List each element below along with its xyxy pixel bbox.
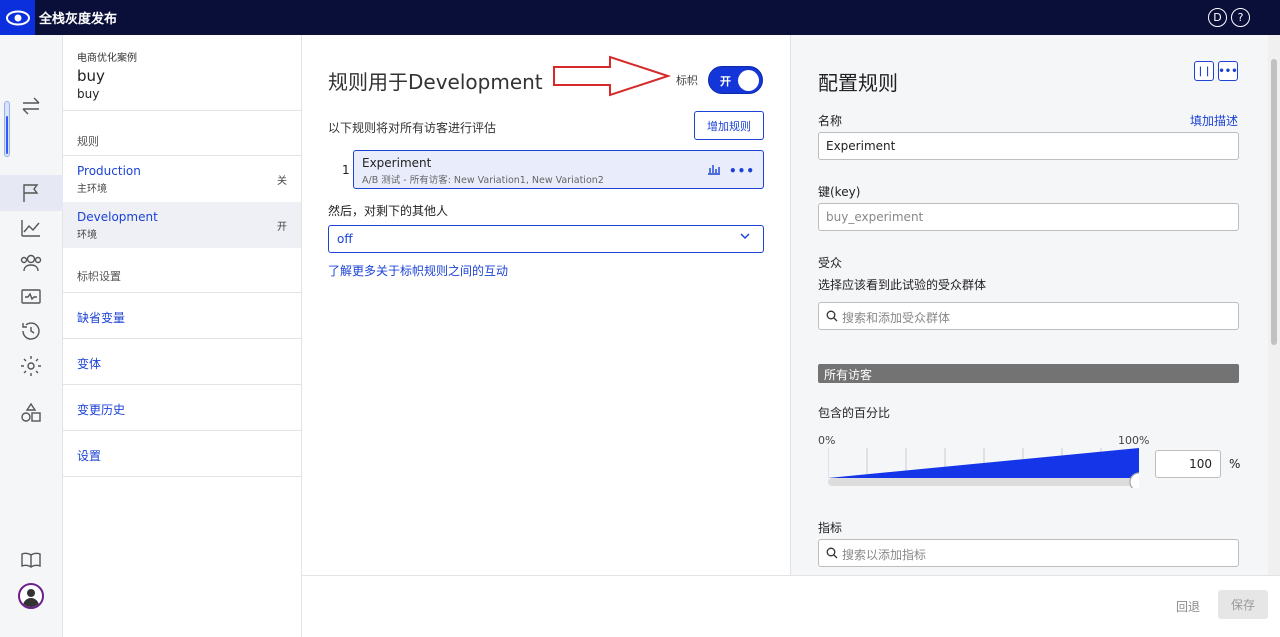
scrollbar-thumb[interactable] [1271, 59, 1277, 345]
env-development[interactable]: Development 环境 开 [63, 202, 301, 248]
panel-more-icon[interactable]: ••• [1218, 61, 1238, 81]
flag-toggle[interactable]: 开 [708, 66, 763, 94]
audience-hint: 选择应该看到此试验的受众群体 [818, 278, 987, 292]
rules-description: 以下规则将对所有访客进行评估 [328, 121, 497, 135]
learn-more-link[interactable]: 了解更多关于标帜规则之间的互动 [328, 262, 508, 279]
rule-key-input[interactable]: buy_experiment [818, 203, 1239, 231]
top-bar: 全栈灰度发布 D ? [0, 0, 1280, 35]
help-icon[interactable]: ? [1231, 8, 1250, 27]
history-icon[interactable] [16, 316, 46, 346]
revert-button[interactable]: 回退 [1176, 598, 1200, 615]
page-title: 规则用于Development [328, 70, 543, 94]
flag-icon[interactable] [16, 178, 46, 208]
env-name: Development [77, 210, 158, 224]
search-icon [826, 310, 838, 325]
audience-label: 受众 [818, 256, 843, 270]
env-name: Production [77, 164, 141, 178]
annotation-arrow-icon [553, 55, 672, 97]
project-category: 电商优化案例 [77, 53, 137, 64]
chevron-down-icon [739, 230, 751, 245]
panel-scrollbar[interactable] [1268, 35, 1280, 575]
env-desc: 环境 [77, 230, 97, 241]
project-header: 电商优化案例 buy buy [63, 35, 301, 111]
rule-name-input[interactable]: Experiment [818, 132, 1239, 160]
book-icon[interactable] [16, 545, 46, 575]
footer-bar: 回退 保存 [302, 575, 1280, 637]
doc-icon[interactable]: D [1208, 8, 1227, 27]
metrics-label: 指标 [818, 521, 843, 535]
percent-input[interactable]: 100 [1155, 450, 1221, 478]
more-options-icon[interactable]: ••• [729, 164, 755, 178]
audience-search-input[interactable]: 搜索和添加受众群体 [818, 302, 1239, 330]
nav-link-default-variables[interactable]: 缺省变量 [63, 293, 301, 339]
add-description-link[interactable]: 填加描述 [1190, 112, 1238, 129]
name-label: 名称 [818, 114, 843, 128]
percent-sign: % [1229, 457, 1241, 471]
env-production[interactable]: Production 主环境 关 [63, 156, 301, 202]
rule-index: 1 [342, 163, 350, 177]
env-state: 开 [277, 222, 287, 233]
project-key: buy [77, 87, 100, 101]
split-view-icon[interactable]: | | [1194, 61, 1214, 81]
rules-main: 规则用于Development 标帜 开 以下规则将对所有访客进行评估 增加规则… [302, 35, 790, 575]
avatar[interactable] [18, 583, 44, 609]
add-rule-button[interactable]: 增加规则 [694, 111, 764, 140]
env-state: 关 [277, 176, 287, 187]
fallback-value: off [337, 232, 353, 246]
icon-rail [0, 35, 63, 637]
env-desc: 主环境 [77, 184, 107, 195]
key-label: 键(key) [818, 185, 861, 199]
percent-label: 包含的百分比 [818, 406, 891, 420]
rule-card-experiment[interactable]: Experiment A/B 测试 - 所有访客: New Variation1… [353, 150, 764, 189]
flag-toggle-label: 标帜 [676, 74, 698, 87]
chart-line-icon[interactable] [16, 213, 46, 243]
monitor-icon[interactable] [16, 282, 46, 312]
gear-icon[interactable] [16, 351, 46, 381]
project-nav: 电商优化案例 buy buy 规则 Production 主环境 关 Devel… [63, 35, 302, 637]
metrics-search-input[interactable]: 搜索以添加指标 [818, 539, 1239, 567]
nav-link-variations[interactable]: 变体 [63, 339, 301, 385]
toggle-knob [738, 70, 759, 91]
results-chart-icon[interactable] [707, 163, 721, 178]
rail-scroll-indicator[interactable] [4, 101, 10, 157]
metrics-placeholder: 搜索以添加指标 [842, 548, 927, 562]
panel-title: 配置规则 [818, 71, 898, 95]
nav-link-settings[interactable]: 设置 [63, 431, 301, 477]
fallback-label: 然后，对剩下的其他人 [328, 204, 449, 218]
percent-min: 0% [818, 434, 836, 447]
fallback-select[interactable]: off [328, 225, 764, 253]
percent-slider[interactable] [828, 448, 1139, 488]
switch-arrows-icon[interactable] [16, 91, 46, 121]
flag-settings-heading: 标帜设置 [63, 248, 301, 293]
shapes-icon[interactable] [16, 398, 46, 428]
percent-max: 100% [1118, 434, 1150, 447]
rule-subtitle: A/B 测试 - 所有访客: New Variation1, New Varia… [362, 175, 604, 186]
save-button[interactable]: 保存 [1218, 590, 1268, 619]
users-icon[interactable] [16, 248, 46, 278]
toggle-state: 开 [720, 75, 731, 88]
search-icon [826, 547, 838, 562]
audience-placeholder: 搜索和添加受众群体 [842, 311, 951, 325]
audience-chip-all-visitors: 所有访客 [818, 364, 1239, 383]
config-rule-panel: 配置规则 | | ••• 名称 填加描述 Experiment 键(key) b… [790, 35, 1268, 575]
rules-heading: 规则 [63, 111, 301, 156]
app-title: 全栈灰度发布 [39, 12, 118, 27]
nav-link-history[interactable]: 变更历史 [63, 385, 301, 431]
eye-logo-icon[interactable] [0, 0, 35, 35]
project-name: buy [77, 67, 105, 85]
rule-title: Experiment [362, 156, 432, 170]
